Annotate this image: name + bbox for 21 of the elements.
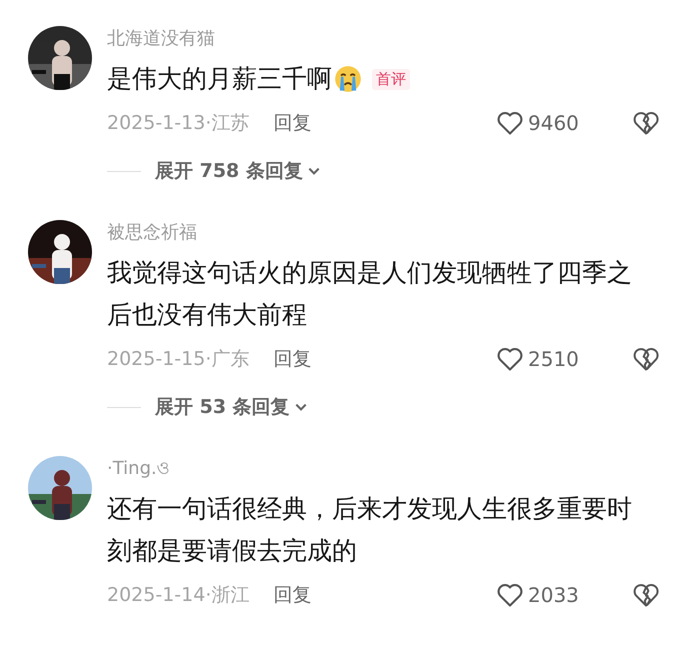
broken-heart-icon[interactable] <box>632 109 660 137</box>
heart-icon[interactable] <box>496 109 524 137</box>
heart-icon[interactable] <box>496 581 524 609</box>
broken-heart-icon[interactable] <box>632 581 660 609</box>
like-count: 2033 <box>528 583 580 607</box>
date-location: 2025-1-14·浙江 <box>107 583 250 608</box>
reply-link[interactable]: 回复 <box>273 582 312 608</box>
reply-link[interactable]: 回复 <box>273 110 312 136</box>
first-comment-tag: 首评 <box>372 68 410 90</box>
date-location: 2025-1-15·广东 <box>107 347 250 372</box>
broken-heart-icon[interactable] <box>632 345 660 373</box>
expand-replies-link[interactable]: 展开 758 条回复 <box>155 158 321 184</box>
like-count: 2510 <box>528 347 580 371</box>
like-count: 9460 <box>528 111 580 135</box>
heart-icon[interactable] <box>496 345 524 373</box>
comment-text: 是伟大的月薪三千啊 <box>107 63 332 95</box>
comment-text: 还有一句话很经典，后来才发现人生很多重要时刻都是要请假去完成的 <box>107 493 633 567</box>
expand-replies-link[interactable]: 展开 53 条回复 <box>155 394 308 420</box>
comment-text: 我觉得这句话火的原因是人们发现牺牲了四季之后也没有伟大前程 <box>107 257 633 331</box>
reply-link[interactable]: 回复 <box>273 346 312 372</box>
date-location: 2025-1-13·江苏 <box>107 111 250 136</box>
